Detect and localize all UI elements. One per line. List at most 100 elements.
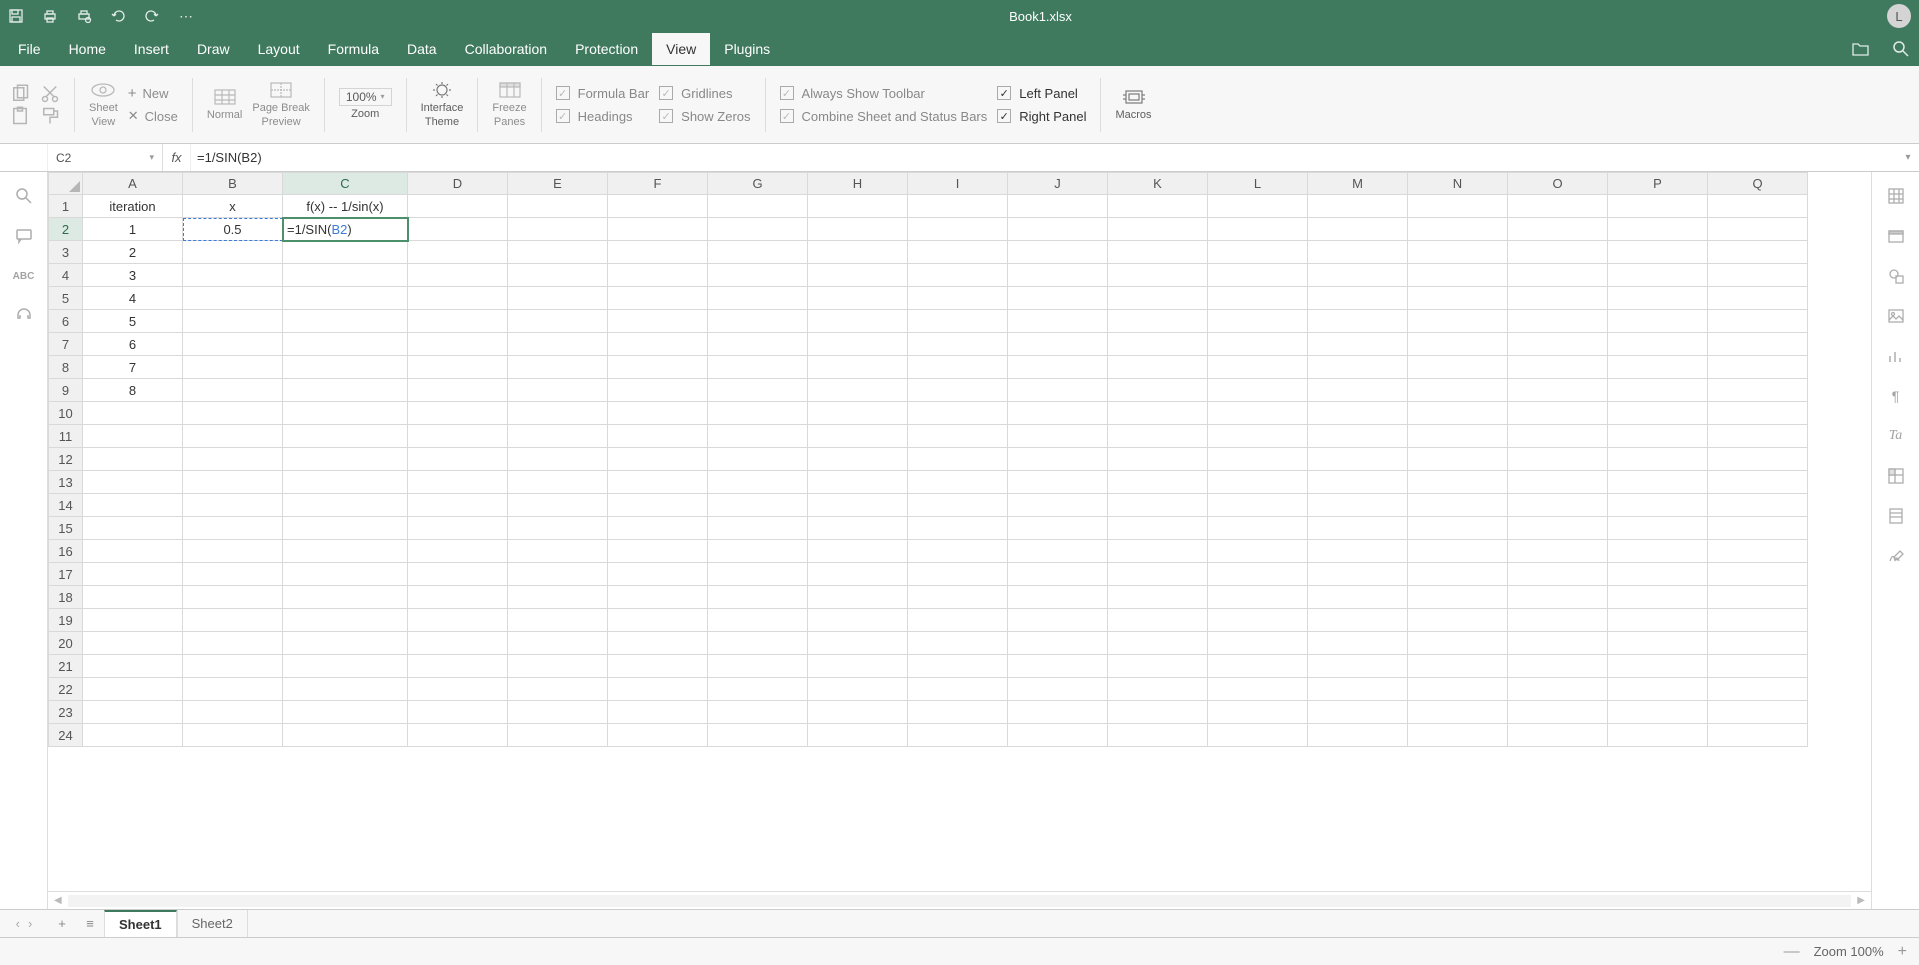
cell-M5[interactable] (1308, 287, 1408, 310)
cell-L5[interactable] (1208, 287, 1308, 310)
cell-A23[interactable] (83, 701, 183, 724)
cell-M7[interactable] (1308, 333, 1408, 356)
cell-A4[interactable]: 3 (83, 264, 183, 287)
cell-E19[interactable] (508, 609, 608, 632)
cell-K24[interactable] (1108, 724, 1208, 747)
cell-P15[interactable] (1608, 517, 1708, 540)
sheet-view-button[interactable]: Sheet View (89, 80, 118, 128)
cell-D5[interactable] (408, 287, 508, 310)
cell-P4[interactable] (1608, 264, 1708, 287)
cell-K20[interactable] (1108, 632, 1208, 655)
print-preview-icon[interactable] (76, 8, 92, 24)
cell-D13[interactable] (408, 471, 508, 494)
column-header-A[interactable]: A (83, 173, 183, 195)
row-header-9[interactable]: 9 (49, 379, 83, 402)
cell-G19[interactable] (708, 609, 808, 632)
page-break-preview-button[interactable]: Page Break Preview (252, 80, 309, 128)
row-header-2[interactable]: 2 (49, 218, 83, 241)
cell-O12[interactable] (1508, 448, 1608, 471)
formula-input[interactable]: =1/SIN(B2) (191, 144, 1897, 171)
cell-I14[interactable] (908, 494, 1008, 517)
row-header-1[interactable]: 1 (49, 195, 83, 218)
column-header-B[interactable]: B (183, 173, 283, 195)
row-header-22[interactable]: 22 (49, 678, 83, 701)
cell-H7[interactable] (808, 333, 908, 356)
cell-E1[interactable] (508, 195, 608, 218)
cell-K15[interactable] (1108, 517, 1208, 540)
cell-E11[interactable] (508, 425, 608, 448)
cut-icon[interactable] (40, 84, 60, 104)
cell-L19[interactable] (1208, 609, 1308, 632)
cell-K1[interactable] (1108, 195, 1208, 218)
cell-Q6[interactable] (1708, 310, 1808, 333)
cell-O14[interactable] (1508, 494, 1608, 517)
name-box[interactable]: C2▾ (48, 144, 163, 171)
cell-M20[interactable] (1308, 632, 1408, 655)
cell-N24[interactable] (1408, 724, 1508, 747)
cell-K12[interactable] (1108, 448, 1208, 471)
cell-J2[interactable] (1008, 218, 1108, 241)
cell-H8[interactable] (808, 356, 908, 379)
cell-A10[interactable] (83, 402, 183, 425)
cell-G15[interactable] (708, 517, 808, 540)
cell-L9[interactable] (1208, 379, 1308, 402)
cell-F21[interactable] (608, 655, 708, 678)
cell-K16[interactable] (1108, 540, 1208, 563)
cell-A16[interactable] (83, 540, 183, 563)
cell-K3[interactable] (1108, 241, 1208, 264)
cell-Q20[interactable] (1708, 632, 1808, 655)
cell-B14[interactable] (183, 494, 283, 517)
freeze-panes-button[interactable]: Freeze Panes (492, 80, 526, 128)
column-header-D[interactable]: D (408, 173, 508, 195)
open-file-icon[interactable] (1847, 35, 1875, 63)
cell-N3[interactable] (1408, 241, 1508, 264)
cell-D1[interactable] (408, 195, 508, 218)
cell-P16[interactable] (1608, 540, 1708, 563)
cell-H24[interactable] (808, 724, 908, 747)
menu-plugins[interactable]: Plugins (710, 33, 784, 65)
cell-F7[interactable] (608, 333, 708, 356)
menu-formula[interactable]: Formula (314, 33, 393, 65)
cell-H1[interactable] (808, 195, 908, 218)
cell-P23[interactable] (1608, 701, 1708, 724)
save-icon[interactable] (8, 8, 24, 24)
cell-B6[interactable] (183, 310, 283, 333)
cell-N19[interactable] (1408, 609, 1508, 632)
cell-O23[interactable] (1508, 701, 1608, 724)
cell-F2[interactable] (608, 218, 708, 241)
cell-L24[interactable] (1208, 724, 1308, 747)
cell-J20[interactable] (1008, 632, 1108, 655)
cell-M2[interactable] (1308, 218, 1408, 241)
cell-F8[interactable] (608, 356, 708, 379)
cell-C12[interactable] (283, 448, 408, 471)
cell-L14[interactable] (1208, 494, 1308, 517)
cell-F10[interactable] (608, 402, 708, 425)
cell-G13[interactable] (708, 471, 808, 494)
cell-I17[interactable] (908, 563, 1008, 586)
cell-Q19[interactable] (1708, 609, 1808, 632)
cell-K17[interactable] (1108, 563, 1208, 586)
cell-E6[interactable] (508, 310, 608, 333)
formula-bar-toggle[interactable]: Formula Bar (556, 83, 650, 104)
cell-J1[interactable] (1008, 195, 1108, 218)
cell-H22[interactable] (808, 678, 908, 701)
cell-J18[interactable] (1008, 586, 1108, 609)
cell-C1[interactable]: f(x) -- 1/sin(x) (283, 195, 408, 218)
cell-E20[interactable] (508, 632, 608, 655)
cell-A3[interactable]: 2 (83, 241, 183, 264)
cell-G22[interactable] (708, 678, 808, 701)
cell-H12[interactable] (808, 448, 908, 471)
cell-H17[interactable] (808, 563, 908, 586)
cell-G6[interactable] (708, 310, 808, 333)
column-header-G[interactable]: G (708, 173, 808, 195)
user-avatar[interactable]: L (1887, 4, 1911, 28)
paragraph-settings-icon[interactable]: ¶ (1886, 386, 1906, 406)
row-header-18[interactable]: 18 (49, 586, 83, 609)
cell-P21[interactable] (1608, 655, 1708, 678)
cell-L13[interactable] (1208, 471, 1308, 494)
horizontal-scrollbar[interactable]: ◀▶ (48, 891, 1871, 909)
column-header-F[interactable]: F (608, 173, 708, 195)
cell-D18[interactable] (408, 586, 508, 609)
column-header-N[interactable]: N (1408, 173, 1508, 195)
search-icon[interactable] (1887, 35, 1915, 63)
